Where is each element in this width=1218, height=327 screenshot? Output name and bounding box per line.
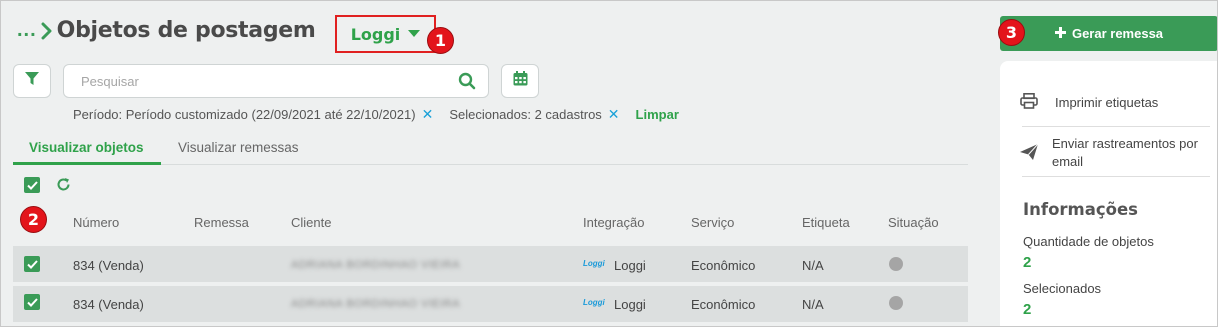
status-indicator <box>889 296 903 310</box>
carrier-dropdown-label: Loggi <box>350 24 401 44</box>
printer-icon <box>1020 93 1038 112</box>
generate-shipment-label: Gerar remessa <box>1071 26 1164 41</box>
cell-servico: Econômico <box>691 258 756 273</box>
caret-down-icon <box>408 25 421 43</box>
print-labels-action[interactable]: Imprimir etiquetas <box>1020 93 1210 112</box>
cell-numero: 834 (Venda) <box>73 297 144 312</box>
cell-cliente: ADRIANA BORDINHAO VIEIRA <box>291 259 461 271</box>
cell-numero: 834 (Venda) <box>73 258 144 273</box>
refresh-icon[interactable] <box>56 177 71 197</box>
step-badge-2: 2 <box>20 206 47 233</box>
column-header-etiqueta[interactable]: Etiqueta <box>802 215 850 230</box>
object-count-label: Quantidade de objetos <box>1023 234 1154 249</box>
cell-integracao: Loggi <box>614 258 646 273</box>
step-badge-1: 1 <box>427 27 454 54</box>
selected-count-label: Selecionados <box>1023 281 1102 296</box>
cell-etiqueta: N/A <box>802 297 824 312</box>
table-row[interactable]: 834 (Venda) ADRIANA BORDINHAO VIEIRA Log… <box>13 286 968 322</box>
filter-chip-selected: Selecionados: 2 cadastros <box>449 107 602 122</box>
cell-servico: Econômico <box>691 297 756 312</box>
column-header-numero[interactable]: Número <box>73 215 119 230</box>
step-badge-3: 3 <box>998 19 1025 46</box>
page-title: Objetos de postagem <box>56 18 316 43</box>
tab-visualizar-objetos[interactable]: Visualizar objetos <box>13 140 161 165</box>
loggi-logo: Loggi <box>583 298 605 307</box>
loggi-logo: Loggi <box>583 259 605 268</box>
select-all-checkbox[interactable] <box>24 177 40 193</box>
row-checkbox[interactable] <box>24 294 40 310</box>
object-count-value: 2 <box>1023 254 1032 271</box>
calendar-icon <box>513 71 528 91</box>
print-labels-label: Imprimir etiquetas <box>1055 95 1159 110</box>
send-tracking-label: Enviar rastreamentos por email <box>1052 135 1198 171</box>
breadcrumb-back-link[interactable]: ... <box>17 19 37 42</box>
plus-icon <box>1054 26 1066 41</box>
filter-icon <box>25 71 39 91</box>
search-field <box>63 64 489 98</box>
cell-integracao: Loggi <box>614 297 646 312</box>
view-tabs: Visualizar objetos Visualizar remessas <box>13 140 968 165</box>
search-icon[interactable] <box>458 72 476 95</box>
breadcrumb: ... Objetos de postagem <box>17 18 316 43</box>
send-tracking-label-line1: Enviar rastreamentos por <box>1052 136 1198 151</box>
cell-cliente: ADRIANA BORDINHAO VIEIRA <box>291 298 461 310</box>
paper-plane-icon <box>1020 143 1039 163</box>
info-title: Informações <box>1023 200 1138 219</box>
row-checkbox[interactable] <box>24 256 40 272</box>
column-header-cliente[interactable]: Cliente <box>291 215 331 230</box>
cell-etiqueta: N/A <box>802 258 824 273</box>
filter-chip-period: Período: Período customizado (22/09/2021… <box>73 107 416 122</box>
column-header-servico[interactable]: Serviço <box>691 215 734 230</box>
column-header-situacao[interactable]: Situação <box>888 215 939 230</box>
send-tracking-label-line2: email <box>1052 154 1084 169</box>
generate-shipment-button[interactable]: Gerar remessa <box>1000 16 1217 51</box>
chevron-right-icon <box>41 22 53 40</box>
remove-selected-filter-icon[interactable]: ✕ <box>608 106 620 123</box>
tab-visualizar-remessas[interactable]: Visualizar remessas <box>178 140 299 165</box>
app-frame: ... Objetos de postagem Loggi 1 Pesquisa… <box>0 0 1218 327</box>
filter-button[interactable] <box>13 64 51 98</box>
column-header-integracao[interactable]: Integração <box>583 215 644 230</box>
calendar-button[interactable] <box>501 64 539 98</box>
table-row[interactable]: 834 (Venda) ADRIANA BORDINHAO VIEIRA Log… <box>13 246 968 282</box>
search-input[interactable] <box>64 65 444 97</box>
selected-count-value: 2 <box>1023 301 1032 318</box>
divider <box>1022 176 1210 177</box>
actions-panel: Imprimir etiquetas Enviar rastreamentos … <box>1000 61 1217 326</box>
clear-filters-link[interactable]: Limpar <box>636 107 679 122</box>
status-indicator <box>889 257 903 271</box>
divider <box>1022 126 1210 127</box>
column-header-remessa[interactable]: Remessa <box>194 215 249 230</box>
carrier-dropdown[interactable]: Loggi <box>335 15 436 53</box>
active-filters: Período: Período customizado (22/09/2021… <box>73 106 679 123</box>
remove-period-filter-icon[interactable]: ✕ <box>422 106 434 123</box>
